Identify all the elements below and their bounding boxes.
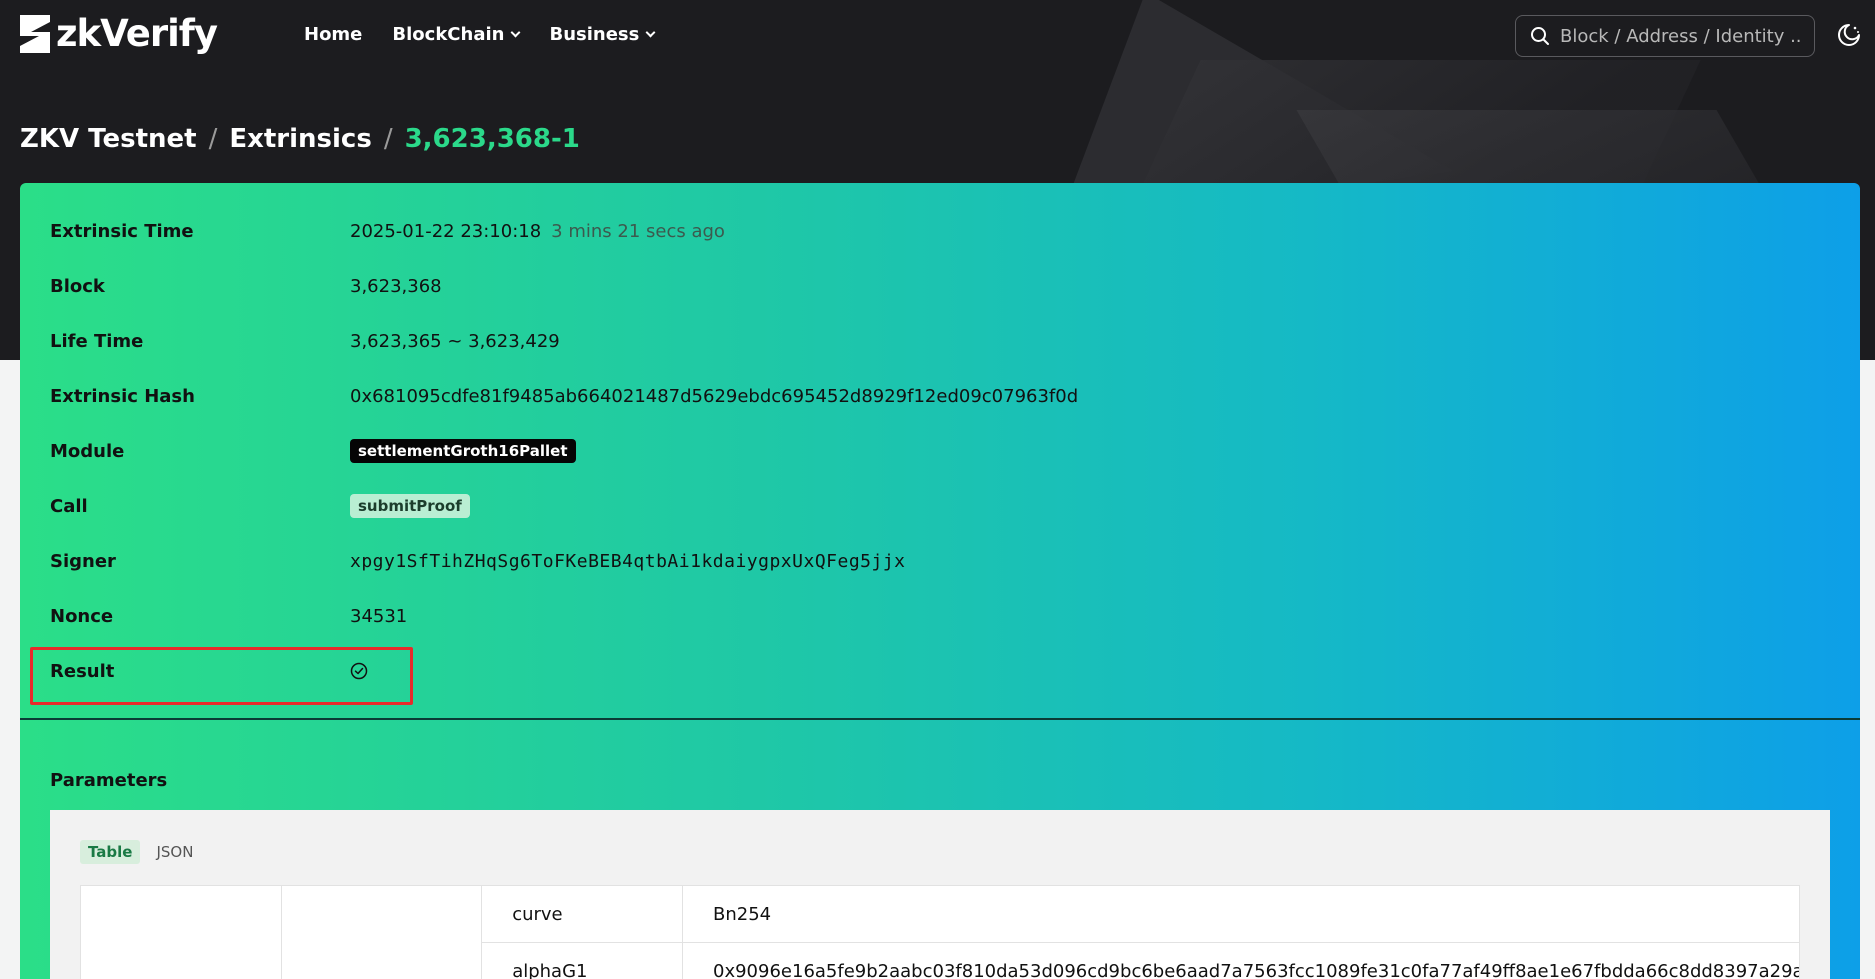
- detail-row-call: Call submitProof: [50, 494, 470, 518]
- parameters-title: Parameters: [50, 770, 168, 791]
- detail-row-module: Module settlementGroth16Pallet: [50, 439, 576, 463]
- search-icon: [1531, 27, 1549, 45]
- detail-row-result: Result: [50, 659, 368, 683]
- nav-home-label: Home: [304, 24, 363, 45]
- block-value[interactable]: 3,623,368: [350, 276, 442, 297]
- table-row: curve Bn254: [80, 885, 1800, 979]
- nav-blockchain-label: BlockChain: [392, 24, 505, 45]
- module-value-wrap: settlementGroth16Pallet: [350, 439, 576, 463]
- param-value: 0x9096e16a5fe9b2aabc03f810da53d096cd9bc6…: [682, 942, 1800, 979]
- detail-row-block: Block 3,623,368: [50, 274, 442, 298]
- table-cell-empty: [280, 885, 483, 979]
- logo[interactable]: zkVerify: [20, 12, 218, 55]
- nav-business[interactable]: Business: [549, 24, 656, 45]
- detail-row-nonce: Nonce 34531: [50, 604, 407, 628]
- call-label: Call: [50, 495, 88, 517]
- signer-value[interactable]: xpgy1SfTihZHqSg6ToFKeBEB4qtbAi1kdaiygpxU…: [350, 551, 906, 572]
- parameters-tabs: Table JSON: [80, 840, 201, 864]
- tab-table[interactable]: Table: [80, 840, 141, 864]
- breadcrumb-network[interactable]: ZKV Testnet: [20, 124, 197, 154]
- theme-toggle-icon[interactable]: [1836, 22, 1862, 48]
- check-circle-icon: [350, 662, 368, 680]
- breadcrumb-separator: /: [208, 124, 218, 154]
- detail-row-extrinsic-hash: Extrinsic Hash 0x681095cdfe81f9485ab6640…: [50, 384, 1078, 408]
- extrinsic-time-label: Extrinsic Time: [50, 220, 194, 242]
- breadcrumb-extrinsics[interactable]: Extrinsics: [229, 124, 371, 154]
- navbar: zkVerify Home BlockChain Business: [0, 0, 1875, 72]
- life-time-value: 3,623,365 ~ 3,623,429: [350, 330, 560, 352]
- nonce-label: Nonce: [50, 605, 114, 627]
- search-input[interactable]: [1560, 25, 1800, 47]
- nav-blockchain[interactable]: BlockChain: [392, 24, 521, 45]
- call-value-wrap: submitProof: [350, 494, 470, 518]
- zkverify-logo-icon: [20, 14, 50, 53]
- parameters-panel: Table JSON curve Bn254 alphaG1 0x9096e16…: [50, 810, 1830, 979]
- parameters-table: curve Bn254 alphaG1 0x9096e16a5fe9b2aabc…: [80, 885, 1800, 979]
- nonce-value: 34531: [350, 605, 408, 627]
- main-menu: Home BlockChain Business: [304, 24, 656, 45]
- chevron-down-icon: [511, 27, 521, 38]
- param-value: Bn254: [682, 885, 1800, 943]
- section-divider: [20, 718, 1860, 720]
- detail-row-signer: Signer xpgy1SfTihZHqSg6ToFKeBEB4qtbAi1kd…: [50, 549, 906, 573]
- block-label: Block: [50, 275, 105, 297]
- extrinsic-hash-label: Extrinsic Hash: [50, 385, 195, 407]
- nav-home[interactable]: Home: [304, 24, 362, 45]
- logo-text: zkVerify: [56, 12, 218, 55]
- result-value: [350, 662, 368, 680]
- signer-label: Signer: [50, 550, 116, 572]
- table-cell-empty: [80, 885, 282, 979]
- param-key: alphaG1: [481, 942, 683, 979]
- detail-row-extrinsic-time: Extrinsic Time 2025-01-22 23:10:18 3 min…: [50, 219, 725, 243]
- extrinsic-hash-value: 0x681095cdfe81f9485ab664021487d5629ebdc6…: [350, 385, 1079, 407]
- extrinsic-time-absolute: 2025-01-22 23:10:18: [350, 220, 542, 242]
- nav-business-label: Business: [549, 24, 640, 45]
- breadcrumb-separator: /: [383, 124, 393, 154]
- life-time-label: Life Time: [50, 330, 144, 352]
- extrinsic-time-value: 2025-01-22 23:10:18 3 mins 21 secs ago: [350, 221, 725, 242]
- param-key: curve: [481, 885, 683, 943]
- search-box: [1515, 15, 1815, 57]
- module-badge: settlementGroth16Pallet: [350, 439, 576, 463]
- breadcrumb: ZKV Testnet / Extrinsics / 3,623,368-1: [20, 124, 580, 154]
- extrinsic-detail-card: Extrinsic Time 2025-01-22 23:10:18 3 min…: [20, 183, 1860, 979]
- extrinsic-time-relative: 3 mins 21 secs ago: [551, 220, 725, 242]
- tab-json[interactable]: JSON: [148, 840, 201, 864]
- result-label: Result: [50, 660, 115, 682]
- call-badge: submitProof: [350, 494, 470, 518]
- module-label: Module: [50, 440, 125, 462]
- chevron-down-icon: [645, 27, 656, 38]
- detail-row-life-time: Life Time 3,623,365 ~ 3,623,429: [50, 329, 560, 353]
- breadcrumb-current: 3,623,368-1: [404, 124, 580, 154]
